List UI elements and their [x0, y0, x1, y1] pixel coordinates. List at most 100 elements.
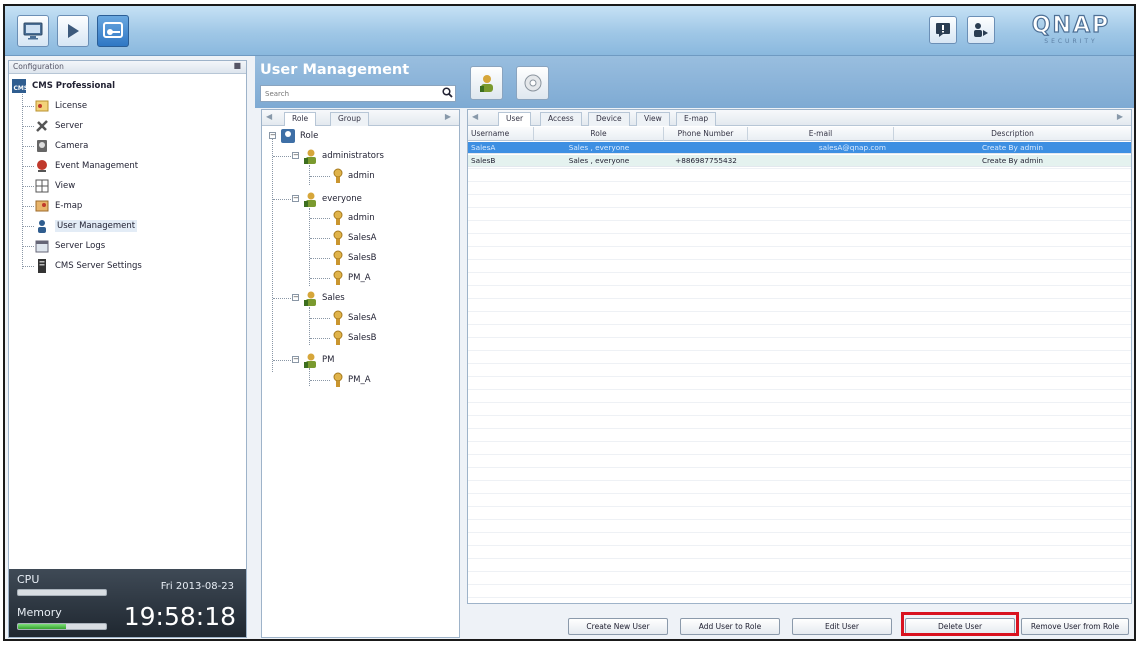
empty-row-line [468, 428, 1131, 429]
nav-item-license[interactable]: License [22, 96, 259, 116]
collapse-icon[interactable]: − [292, 152, 299, 159]
tab-group[interactable]: Group [330, 112, 369, 126]
collapse-icon[interactable]: − [292, 356, 299, 363]
edit-user-button[interactable]: Edit User [792, 618, 892, 635]
configuration-button[interactable] [97, 15, 129, 47]
column-header-username[interactable]: Username [468, 127, 534, 141]
monitor-button[interactable] [17, 15, 49, 47]
tree-node-user[interactable]: admin [332, 167, 375, 185]
role-tree-panel: ◀ Role Group ▶ − Role − administrators a… [261, 109, 460, 638]
tree-node-user[interactable]: SalesA [332, 309, 376, 327]
tree-node-user[interactable]: SalesB [332, 249, 376, 267]
view-icon [35, 179, 49, 193]
collapse-icon[interactable]: − [292, 195, 299, 202]
system-status: CPU Memory Fri 2013-08-23 19:58:18 [9, 569, 246, 637]
tree-node-user[interactable]: SalesB [332, 329, 376, 347]
search-input[interactable] [260, 85, 456, 102]
nav-item-server[interactable]: Server [22, 116, 259, 136]
cell-description: Create By admin [981, 143, 1044, 152]
tree-node-user[interactable]: admin [332, 209, 375, 227]
tree-node-label: Role [300, 131, 319, 141]
cms-window: QNAP SECURITY Configuration ■ CMS CMS Pr… [3, 4, 1136, 641]
cell-phone [664, 142, 748, 154]
empty-row-line [468, 259, 1131, 260]
search-icon[interactable] [442, 87, 453, 98]
user-tabs: ◀ User Access Device View E-map ▶ [468, 110, 1131, 126]
nav-item-label: Event Management [55, 161, 139, 171]
tree-node-group[interactable]: administrators [302, 147, 384, 165]
user-icon [333, 330, 343, 345]
tree-node-group[interactable]: everyone [302, 190, 362, 208]
empty-row-line [468, 350, 1131, 351]
nav-item-user-management[interactable]: User Management [22, 216, 259, 236]
tab-scroll-right-icon[interactable]: ▶ [445, 112, 451, 121]
empty-row-line [468, 376, 1131, 377]
nav-root-cms-professional[interactable]: CMS CMS Professional [12, 76, 249, 96]
tab-scroll-left-icon[interactable]: ◀ [266, 112, 272, 121]
empty-row-line [468, 168, 1131, 169]
event-icon [37, 160, 47, 172]
add-user-to-role-button[interactable]: Add User to Role [680, 618, 780, 635]
empty-row-line [468, 454, 1131, 455]
tree-node-role-root[interactable]: Role [280, 127, 318, 145]
tab-emap[interactable]: E-map [676, 112, 717, 126]
nav-item-view[interactable]: View [22, 176, 259, 196]
tab-view[interactable]: View [636, 112, 670, 126]
tab-scroll-right-icon[interactable]: ▶ [1117, 112, 1123, 121]
column-header-role[interactable]: Role [534, 127, 664, 141]
user-logout-icon [974, 23, 988, 37]
group-icon [304, 149, 316, 164]
nav-item-cms-server-settings[interactable]: CMS Server Settings [22, 256, 259, 276]
nav-item-label: Server [55, 121, 83, 131]
empty-row-line [468, 532, 1131, 533]
empty-row-line [468, 207, 1131, 208]
create-new-user-button[interactable]: Create New User [568, 618, 668, 635]
tab-role[interactable]: Role [284, 112, 317, 126]
tree-node-group[interactable]: Sales [302, 289, 345, 307]
message-button[interactable] [929, 16, 957, 44]
tab-device[interactable]: Device [588, 112, 630, 126]
column-header-phone[interactable]: Phone Number [664, 127, 748, 141]
collapse-icon[interactable]: − [269, 132, 276, 139]
user-icon [333, 372, 343, 387]
empty-row-line [468, 415, 1131, 416]
tab-access[interactable]: Access [540, 112, 582, 126]
delete-user-button[interactable]: Delete User [905, 618, 1015, 635]
monitor-icon [23, 22, 43, 40]
nav-item-camera[interactable]: Camera [22, 136, 259, 156]
column-header-email[interactable]: E-mail [748, 127, 894, 141]
group-icon [304, 192, 316, 207]
empty-row-line [468, 324, 1131, 325]
message-icon [936, 23, 950, 37]
collapse-icon[interactable]: − [292, 294, 299, 301]
nav-item-server-logs[interactable]: Server Logs [22, 236, 259, 256]
logo-subtitle: SECURITY [1044, 38, 1098, 45]
tree-node-user[interactable]: PM_A [332, 269, 371, 287]
user-role-button[interactable] [470, 66, 503, 100]
role-icon [281, 129, 295, 143]
server-logs-icon [35, 240, 49, 253]
empty-row-line [468, 233, 1131, 234]
playback-button[interactable] [57, 15, 89, 47]
tree-node-group[interactable]: PM [302, 351, 334, 369]
empty-row-line [468, 597, 1131, 598]
settings-button[interactable] [516, 66, 549, 100]
tab-user[interactable]: User [498, 112, 532, 126]
user-icon [333, 270, 343, 285]
remove-user-from-role-button[interactable]: Remove User from Role [1021, 618, 1129, 635]
table-row[interactable]: SalesB Sales , everyone +886987755432 Cr… [468, 155, 1131, 167]
nav-item-emap[interactable]: E-map [22, 196, 259, 216]
pin-icon[interactable]: ■ [233, 61, 241, 70]
column-header-description[interactable]: Description [894, 127, 1131, 141]
tab-scroll-left-icon[interactable]: ◀ [472, 112, 478, 121]
emap-icon [35, 200, 49, 212]
tree-node-user[interactable]: PM_A [332, 371, 371, 389]
empty-row-line [468, 506, 1131, 507]
tree-node-user[interactable]: SalesA [332, 229, 376, 247]
nav-item-event-management[interactable]: Event Management [22, 156, 259, 176]
table-row[interactable]: SalesA Sales , everyone salesA@qnap.com … [468, 142, 1131, 154]
user-logout-button[interactable] [967, 16, 995, 44]
nav-root-label: CMS Professional [32, 81, 116, 91]
cpu-usage-bar [17, 589, 107, 596]
configuration-panel: Configuration ■ CMS CMS Professional Lic… [8, 60, 247, 638]
